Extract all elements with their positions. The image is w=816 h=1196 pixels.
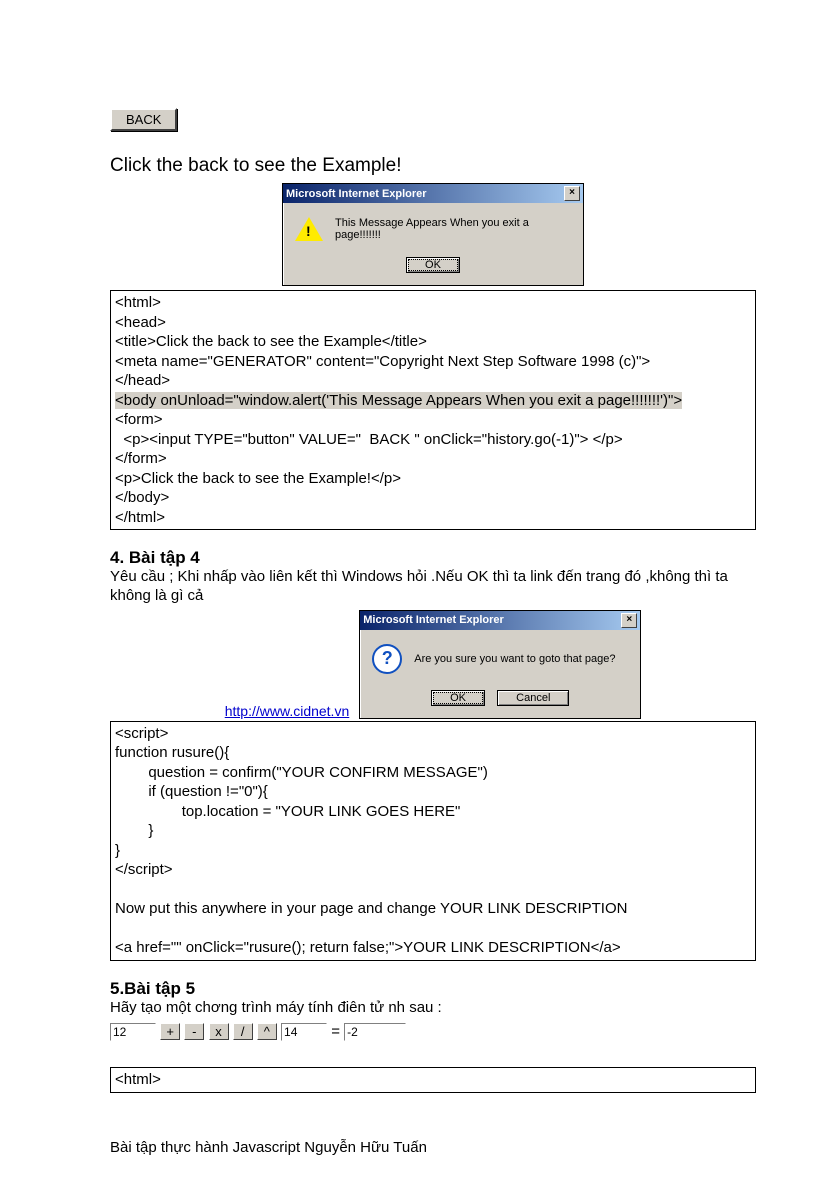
ok-button[interactable]: OK (431, 690, 485, 706)
ok-button[interactable]: OK (406, 257, 460, 273)
exercise-4-desc: Yêu cầu ; Khi nhấp vào liên kết thì Wind… (110, 568, 756, 606)
equals-label: = (331, 1023, 340, 1040)
exercise-5-desc: Hãy tạo một chơng trình máy tính điên tử… (110, 999, 756, 1018)
dialog-title: Microsoft Internet Explorer (286, 188, 427, 200)
close-icon[interactable]: × (621, 613, 637, 628)
instruction-text: Click the back to see the Example! (110, 155, 756, 177)
code-highlight: <body onUnload="window.alert('This Messa… (115, 392, 682, 409)
op-times-button[interactable]: x (209, 1023, 229, 1040)
example-link[interactable]: http://www.cidnet.vn (225, 703, 350, 719)
operand-b-input[interactable] (281, 1023, 327, 1041)
code-block-1: <html> <head> <title>Click the back to s… (110, 290, 756, 530)
warning-icon (295, 217, 323, 241)
page-footer: Bài tập thực hành Javascript Nguyễn Hữu … (110, 1139, 756, 1156)
question-icon: ? (372, 644, 402, 674)
op-power-button[interactable]: ^ (257, 1023, 277, 1040)
dialog-message: This Message Appears When you exit a pag… (335, 217, 571, 241)
code-block-2: <script> function rusure(){ question = c… (110, 721, 756, 961)
op-minus-button[interactable]: - (184, 1023, 204, 1040)
calculator-row: + - x / ^ = (110, 1023, 756, 1041)
confirm-dialog: Microsoft Internet Explorer × ? Are you … (359, 610, 641, 719)
cancel-button[interactable]: Cancel (497, 690, 569, 706)
dialog-message: Are you sure you want to goto that page? (414, 653, 615, 665)
code-block-3: <html> (110, 1067, 756, 1093)
result-input[interactable] (344, 1023, 406, 1041)
back-button[interactable]: BACK (110, 108, 177, 131)
exercise-4-heading: 4. Bài tập 4 (110, 548, 756, 568)
dialog-titlebar: Microsoft Internet Explorer × (283, 184, 583, 203)
dialog-titlebar: Microsoft Internet Explorer × (360, 611, 640, 630)
close-icon[interactable]: × (564, 186, 580, 201)
op-divide-button[interactable]: / (233, 1023, 253, 1040)
exercise-5-heading: 5.Bài tập 5 (110, 979, 756, 999)
op-plus-button[interactable]: + (160, 1023, 180, 1040)
operand-a-input[interactable] (110, 1023, 156, 1041)
alert-dialog: Microsoft Internet Explorer × This Messa… (282, 183, 584, 286)
dialog-title: Microsoft Internet Explorer (363, 614, 504, 626)
